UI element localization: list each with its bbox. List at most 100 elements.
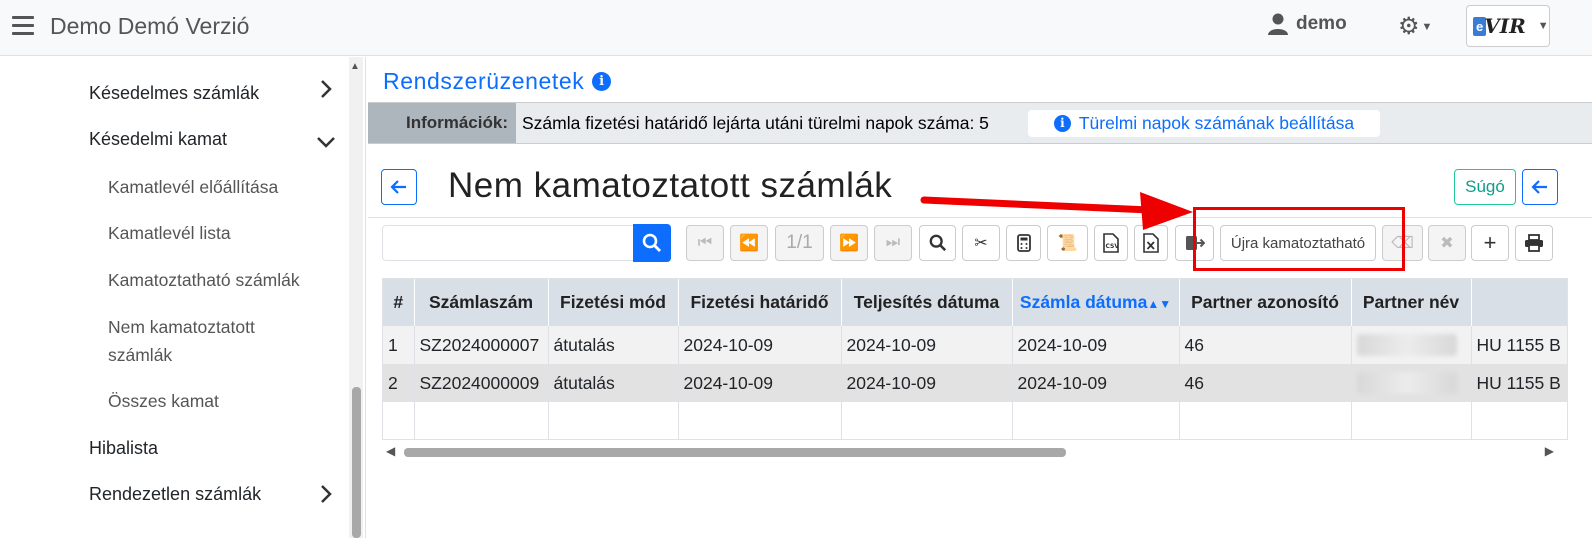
column-header-sorted[interactable]: Számla dátuma▲▼ <box>1012 279 1180 326</box>
redacted-text <box>1356 372 1457 395</box>
sidebar-item-error-list[interactable]: Hibalista <box>89 438 158 459</box>
info-icon: i <box>1053 115 1071 132</box>
sidebar-item-unsettled-invoices[interactable]: Rendezetlen számlák <box>89 484 261 505</box>
table-row[interactable]: 1 SZ2024000007 átutalás 2024-10-09 2024-… <box>383 326 1567 364</box>
cell: 2024-10-09 <box>678 326 842 364</box>
sidebar-item-label: számlák <box>108 345 173 365</box>
column-header[interactable] <box>1471 279 1567 326</box>
csv-file-icon: CSV <box>1103 233 1119 253</box>
column-header[interactable]: Partner azonosító <box>1179 279 1352 326</box>
calculator-button[interactable] <box>1006 225 1041 261</box>
first-page-icon: ⏮ <box>697 234 713 251</box>
sidebar-item-late-invoices[interactable]: Késedelmes számlák <box>89 83 259 104</box>
print-button[interactable] <box>1515 225 1553 261</box>
print-icon <box>1525 234 1543 252</box>
column-header-label: Számla dátuma <box>1019 292 1148 312</box>
column-header[interactable]: Fizetési mód <box>548 279 679 326</box>
menu-icon[interactable] <box>12 16 34 36</box>
scroll-left-icon[interactable]: ◀ <box>386 444 395 458</box>
cell: 2024-10-09 <box>678 364 842 402</box>
chevron-right-icon[interactable] <box>320 79 332 105</box>
delete-button[interactable]: ✖ <box>1428 225 1466 261</box>
grace-days-settings-label: Türelmi napok számának beállítása <box>1078 113 1355 133</box>
clear-filter-button[interactable]: ✂ <box>962 225 1000 261</box>
sort-icon: ▲▼ <box>1147 297 1172 311</box>
scroll-up-icon[interactable]: ▲ <box>350 61 360 72</box>
first-page-button[interactable]: ⏮ <box>686 225 724 261</box>
grace-days-settings-button[interactable]: i Türelmi napok számának beállítása <box>1028 110 1380 137</box>
table-horizontal-scrollbar[interactable]: ◀ ▶ <box>382 444 1568 460</box>
sidebar-item-non-interest-invoices[interactable]: Nem kamatoztatott számlák <box>108 313 255 369</box>
user-icon <box>1268 13 1288 35</box>
last-page-button[interactable]: ⏭ <box>874 225 912 261</box>
cell: 1 <box>383 326 415 364</box>
cell: átutalás <box>548 326 679 364</box>
cell: 46 <box>1179 326 1352 364</box>
sidebar: Késedelmes számlák Késedelmi kamat Kamat… <box>0 57 366 538</box>
table-row[interactable]: 2 SZ2024000009 átutalás 2024-10-09 2024-… <box>383 364 1567 402</box>
calculator-icon <box>1016 234 1031 252</box>
prev-page-button[interactable]: ⏪ <box>730 225 768 261</box>
sidebar-item-interest-letter-list[interactable]: Kamatlevél lista <box>108 219 231 247</box>
cell: SZ2024000007 <box>414 326 549 364</box>
fast-forward-icon: ⏩ <box>839 235 859 252</box>
next-page-button[interactable]: ⏩ <box>830 225 868 261</box>
cell: 2024-10-09 <box>841 364 1013 402</box>
column-header[interactable]: Számlaszám <box>414 279 549 326</box>
scroll-export-button[interactable]: 📜 <box>1047 225 1088 261</box>
back-button-right[interactable] <box>1522 169 1558 205</box>
user-menu[interactable]: demo <box>1268 13 1347 35</box>
filter-search-button[interactable] <box>919 225 956 261</box>
caret-down-icon: ▼ <box>1421 20 1433 33</box>
search-input[interactable] <box>382 225 634 261</box>
caret-down-icon: ▼ <box>1537 20 1549 32</box>
top-bar: Demo Demó Verzió demo ⚙ ▼ e VIR ▼ <box>0 0 1592 56</box>
gear-icon: ⚙ <box>1398 13 1420 40</box>
horizontal-scroll-thumb[interactable] <box>404 448 1066 457</box>
highlight-annotation <box>1193 207 1405 271</box>
redacted-text <box>1356 334 1457 357</box>
info-bar: Információk: Számla fizetési határidő le… <box>368 102 1592 144</box>
csv-export-button[interactable]: CSV <box>1094 225 1128 261</box>
sidebar-item-interest-bearing-invoices[interactable]: Kamatoztatható számlák <box>108 266 300 294</box>
arrow-left-icon <box>390 180 406 194</box>
app-switcher[interactable]: e VIR ▼ <box>1466 5 1550 47</box>
search-icon <box>642 233 661 252</box>
help-button[interactable]: Súgó <box>1454 169 1516 205</box>
column-header[interactable]: Partner név <box>1351 279 1472 326</box>
cell: 46 <box>1179 364 1352 402</box>
logo-text: VIR <box>1484 14 1526 38</box>
cell: HU 1155 B <box>1471 364 1567 402</box>
sidebar-scroll-thumb[interactable] <box>352 387 361 538</box>
column-header[interactable]: Teljesítés dátuma <box>841 279 1013 326</box>
sidebar-item-interest-letter-create[interactable]: Kamatlevél előállítása <box>108 173 278 201</box>
info-icon[interactable]: i <box>592 72 612 91</box>
scroll-right-icon[interactable]: ▶ <box>1545 444 1554 458</box>
chevron-right-icon[interactable] <box>320 484 332 510</box>
cell-redacted <box>1351 326 1472 364</box>
chevron-down-icon[interactable] <box>316 131 336 154</box>
rewind-icon: ⏪ <box>739 235 759 252</box>
divider <box>368 217 1592 218</box>
empty-row <box>383 402 1567 439</box>
info-label: Információk: <box>368 103 516 143</box>
system-messages-label: Rendszerüzenetek <box>383 68 585 94</box>
cell: HU 1155 B <box>1471 326 1567 364</box>
cell: átutalás <box>548 364 679 402</box>
sidebar-item-total-interest[interactable]: Összes kamat <box>108 387 219 415</box>
column-header[interactable]: Fizetési határidő <box>678 279 842 326</box>
column-header[interactable]: # <box>383 279 415 326</box>
sidebar-item-late-interest[interactable]: Késedelmi kamat <box>89 129 227 150</box>
search-button[interactable] <box>633 224 671 262</box>
page-indicator: 1/1 <box>775 225 824 261</box>
cell-redacted <box>1351 364 1472 402</box>
excel-file-icon <box>1143 233 1159 253</box>
back-button[interactable] <box>381 169 417 205</box>
user-name: demo <box>1296 13 1347 34</box>
settings-menu[interactable]: ⚙ ▼ <box>1398 12 1432 41</box>
app-title: Demo Demó Verzió <box>50 13 250 39</box>
cell: 2024-10-09 <box>1012 364 1180 402</box>
last-page-icon: ⏭ <box>885 234 901 251</box>
excel-export-button[interactable] <box>1134 225 1168 261</box>
add-button[interactable]: + <box>1471 225 1509 261</box>
